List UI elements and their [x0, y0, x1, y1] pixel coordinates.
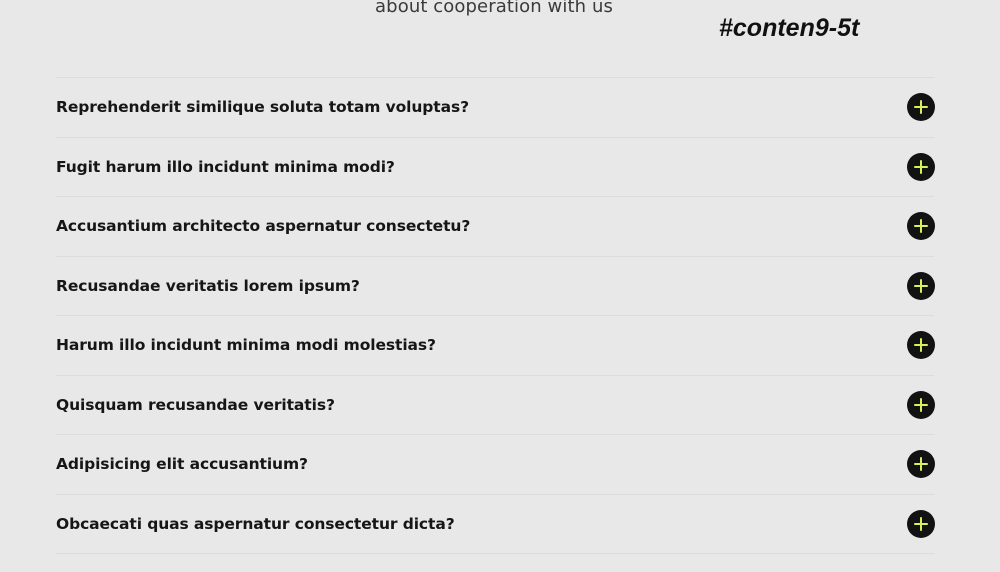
- plus-icon[interactable]: [907, 450, 935, 479]
- plus-icon[interactable]: [907, 509, 935, 538]
- plus-icon[interactable]: [907, 271, 935, 300]
- faq-question: Fugit harum illo incidunt minima modi?: [56, 157, 395, 176]
- faq-question: Accusantium architecto aspernatur consec…: [56, 217, 471, 236]
- faq-question: Quisquam recusandae veritatis?: [56, 395, 335, 414]
- section-tag: #conten9-5t: [719, 14, 860, 42]
- faq-item[interactable]: Harum illo incidunt minima modi molestia…: [56, 316, 935, 376]
- faq-question: Obcaecati quas aspernatur consectetur di…: [56, 514, 455, 533]
- plus-icon[interactable]: [907, 152, 935, 181]
- faq-list: Reprehenderit similique soluta totam vol…: [56, 77, 935, 554]
- faq-question: Harum illo incidunt minima modi molestia…: [56, 336, 436, 355]
- faq-item[interactable]: Accusantium architecto aspernatur consec…: [56, 197, 935, 257]
- faq-item[interactable]: Reprehenderit similique soluta totam vol…: [56, 78, 935, 138]
- plus-icon[interactable]: [907, 93, 935, 122]
- plus-icon[interactable]: [907, 390, 935, 419]
- faq-question: Adipisicing elit accusantium?: [56, 455, 308, 474]
- faq-item[interactable]: Quisquam recusandae veritatis?: [56, 376, 935, 435]
- plus-icon[interactable]: [907, 331, 935, 360]
- faq-question: Reprehenderit similique soluta totam vol…: [56, 98, 469, 117]
- plus-icon[interactable]: [907, 212, 935, 241]
- faq-item[interactable]: Adipisicing elit accusantium?: [56, 435, 935, 495]
- faq-item[interactable]: Fugit harum illo incidunt minima modi?: [56, 138, 935, 197]
- faq-item[interactable]: Recusandae veritatis lorem ipsum?: [56, 257, 935, 316]
- faq-question: Recusandae veritatis lorem ipsum?: [56, 276, 360, 295]
- faq-item[interactable]: Obcaecati quas aspernatur consectetur di…: [56, 495, 935, 554]
